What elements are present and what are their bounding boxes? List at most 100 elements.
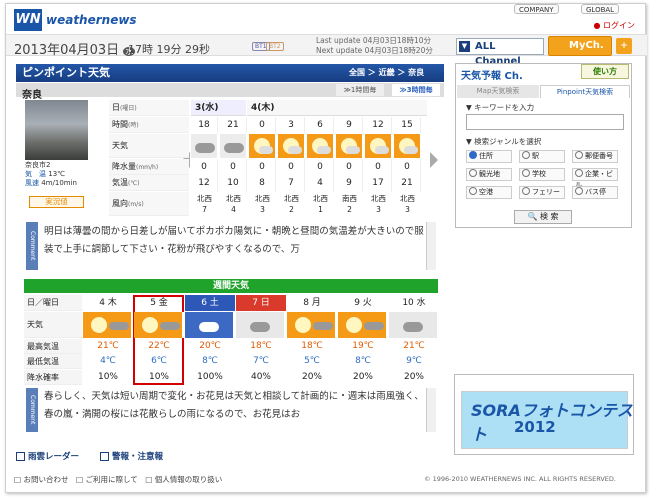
breadcrumb[interactable]: 全国 ＞ 近畿 ＞ 奈良 [349,67,424,78]
footer-links[interactable]: □ お問い合わせ □ ご利用に際して □ 個人情報の取り扱い [14,474,222,485]
wind-direction: 北西 [255,194,270,203]
ad-year: 2012 [514,418,556,436]
weekly-row-label: 日／曜日 [24,295,82,311]
live-camera-photo[interactable] [25,100,88,160]
high-temp: 20℃ [199,341,221,351]
hour-cell: 3 [278,117,305,133]
comment-label: Comment [26,222,38,270]
bottom-tabs: 雨雲レーダー 警報・注意報 [16,450,181,462]
tab-pinpoint-search[interactable]: Pinpoint天気検索 [540,85,630,98]
row-label: 時間(時) [109,117,189,133]
temp-cell: 9 [336,175,363,192]
add-button[interactable]: + [616,38,632,54]
wind-cell: 北西 2 [278,192,305,216]
camera-wind-label: 風速 [25,179,39,187]
genre-radio[interactable]: 空港 [466,186,512,199]
row-label-text: 日 [112,103,120,112]
warnings-tab[interactable]: 警報・注意報 [100,450,163,462]
update-info: Last update 04月03日18時10分 Next update 04月0… [316,36,433,56]
logo[interactable]: WN [14,9,42,31]
temp-cell: 8 [249,175,276,192]
weekly-row-label: 最高気温 [24,339,82,354]
ad-title: SORAフォトコンテスト [471,401,633,444]
sunny-icon [134,312,184,338]
camera-temp-label: 気 温 [25,170,46,178]
wind-direction: 南西 [342,194,357,203]
genre-radio[interactable]: 郵便番号 [572,150,618,163]
row-label-unit: (曜日) [120,105,137,112]
temp-cell: 10 [220,175,247,192]
weekly-day: 8 月 [303,298,321,308]
sunny-icon [287,312,337,338]
login-link[interactable]: ● ログイン [593,20,635,31]
cloud-shape [199,322,219,332]
genre-radio[interactable]: 学校 [519,168,565,181]
wind-cell: 北西 3 [365,192,392,216]
mych-button[interactable]: MyCh. [548,36,612,56]
hour-cell: 6 [307,117,334,133]
weekly-day: 7 日 [236,295,286,311]
wind-speed: 3 [376,205,381,214]
row-label-unit: (mm/h) [136,164,159,171]
precip-cell: 0 [249,159,276,176]
hour-cell: 21 [220,117,247,133]
tab-3hour[interactable]: ≫3時間毎 [392,84,440,96]
weekly-row-label: 天気 [24,312,82,338]
camera-wind: 4m/10min [41,179,77,187]
precip-cell: 0 [365,159,392,176]
tab-1hour[interactable]: ≫1時間毎 [336,84,384,96]
rain-radar-tab[interactable]: 雨雲レーダー [16,450,79,462]
weekly-day: 10 水 [402,298,426,308]
weekly-comment-scrollbar[interactable] [426,388,436,432]
high-temp: 18℃ [250,341,272,351]
cloud-shape [250,322,270,332]
genre-radio[interactable]: バス停 [572,186,618,199]
genre-radio[interactable]: 駅 [519,150,565,163]
precip-cell: 0 [220,159,247,176]
current-date: 2013年04月03日 水 [14,39,136,58]
global-link[interactable]: GLOBAL [581,4,620,14]
genre-radio[interactable]: 企業・ビル [572,168,618,189]
precip-probability: 10% [97,372,118,382]
wind-cell: 南西 2 [336,192,363,216]
comment-scrollbar[interactable] [426,222,436,270]
sun-shape [348,319,360,331]
precip-cell: 0 [336,159,363,176]
cloudy-icon [220,134,247,158]
company-link[interactable]: COMPANY [514,4,559,14]
hour-cell: 0 [249,117,276,133]
copyright: © 1996-2010 WEATHERNEWS INC. ALL RIGHTS … [424,475,616,483]
rain-icon [185,312,235,338]
row-label-text: 天気 [112,141,128,150]
row-label: 天気 [109,134,189,158]
row-label-unit: (℃) [128,180,140,187]
genre-radio[interactable]: 住所 [466,150,512,163]
sunny-icon [394,134,421,158]
search-button[interactable]: 🔍 検 索 [514,210,572,224]
tab-map-search[interactable]: Map天気検索 [457,85,539,98]
weekly-comment: 春らしく、天気は短い周期で変化・お花見は天気と相談して計画的に・週末は雨風強く、… [44,391,424,420]
sunny-icon [83,312,133,338]
hour-cell: 15 [394,117,421,133]
precip-cell: 0 [278,159,305,176]
row-label-text: 気温 [112,178,128,187]
keyword-input[interactable] [466,114,624,130]
wind-direction: 北西 [284,194,299,203]
cloud-shape [109,322,129,330]
search-panel-title: 天気予報 Ch. [461,71,523,82]
wind-direction: 北西 [226,194,241,203]
genre-radio[interactable]: 観光地 [466,168,512,181]
brand-name[interactable]: weathernews [46,13,137,27]
sun-shape [93,319,105,331]
next-arrow-icon[interactable] [430,152,438,168]
last-update: Last update 04月03日18時10分 [316,36,431,45]
row-label-text: 降水量 [112,162,136,171]
precip-probability: 20% [301,372,322,382]
genre-radio[interactable]: フェリー [519,186,565,199]
sun-shape [297,319,309,331]
temp-cell: 17 [365,175,392,192]
live-value-button[interactable]: 実況値 [29,196,84,208]
howto-button[interactable]: 使い方 [581,64,629,79]
cloud-shape [317,146,331,154]
weekly-title: 週間天気 [24,279,438,293]
